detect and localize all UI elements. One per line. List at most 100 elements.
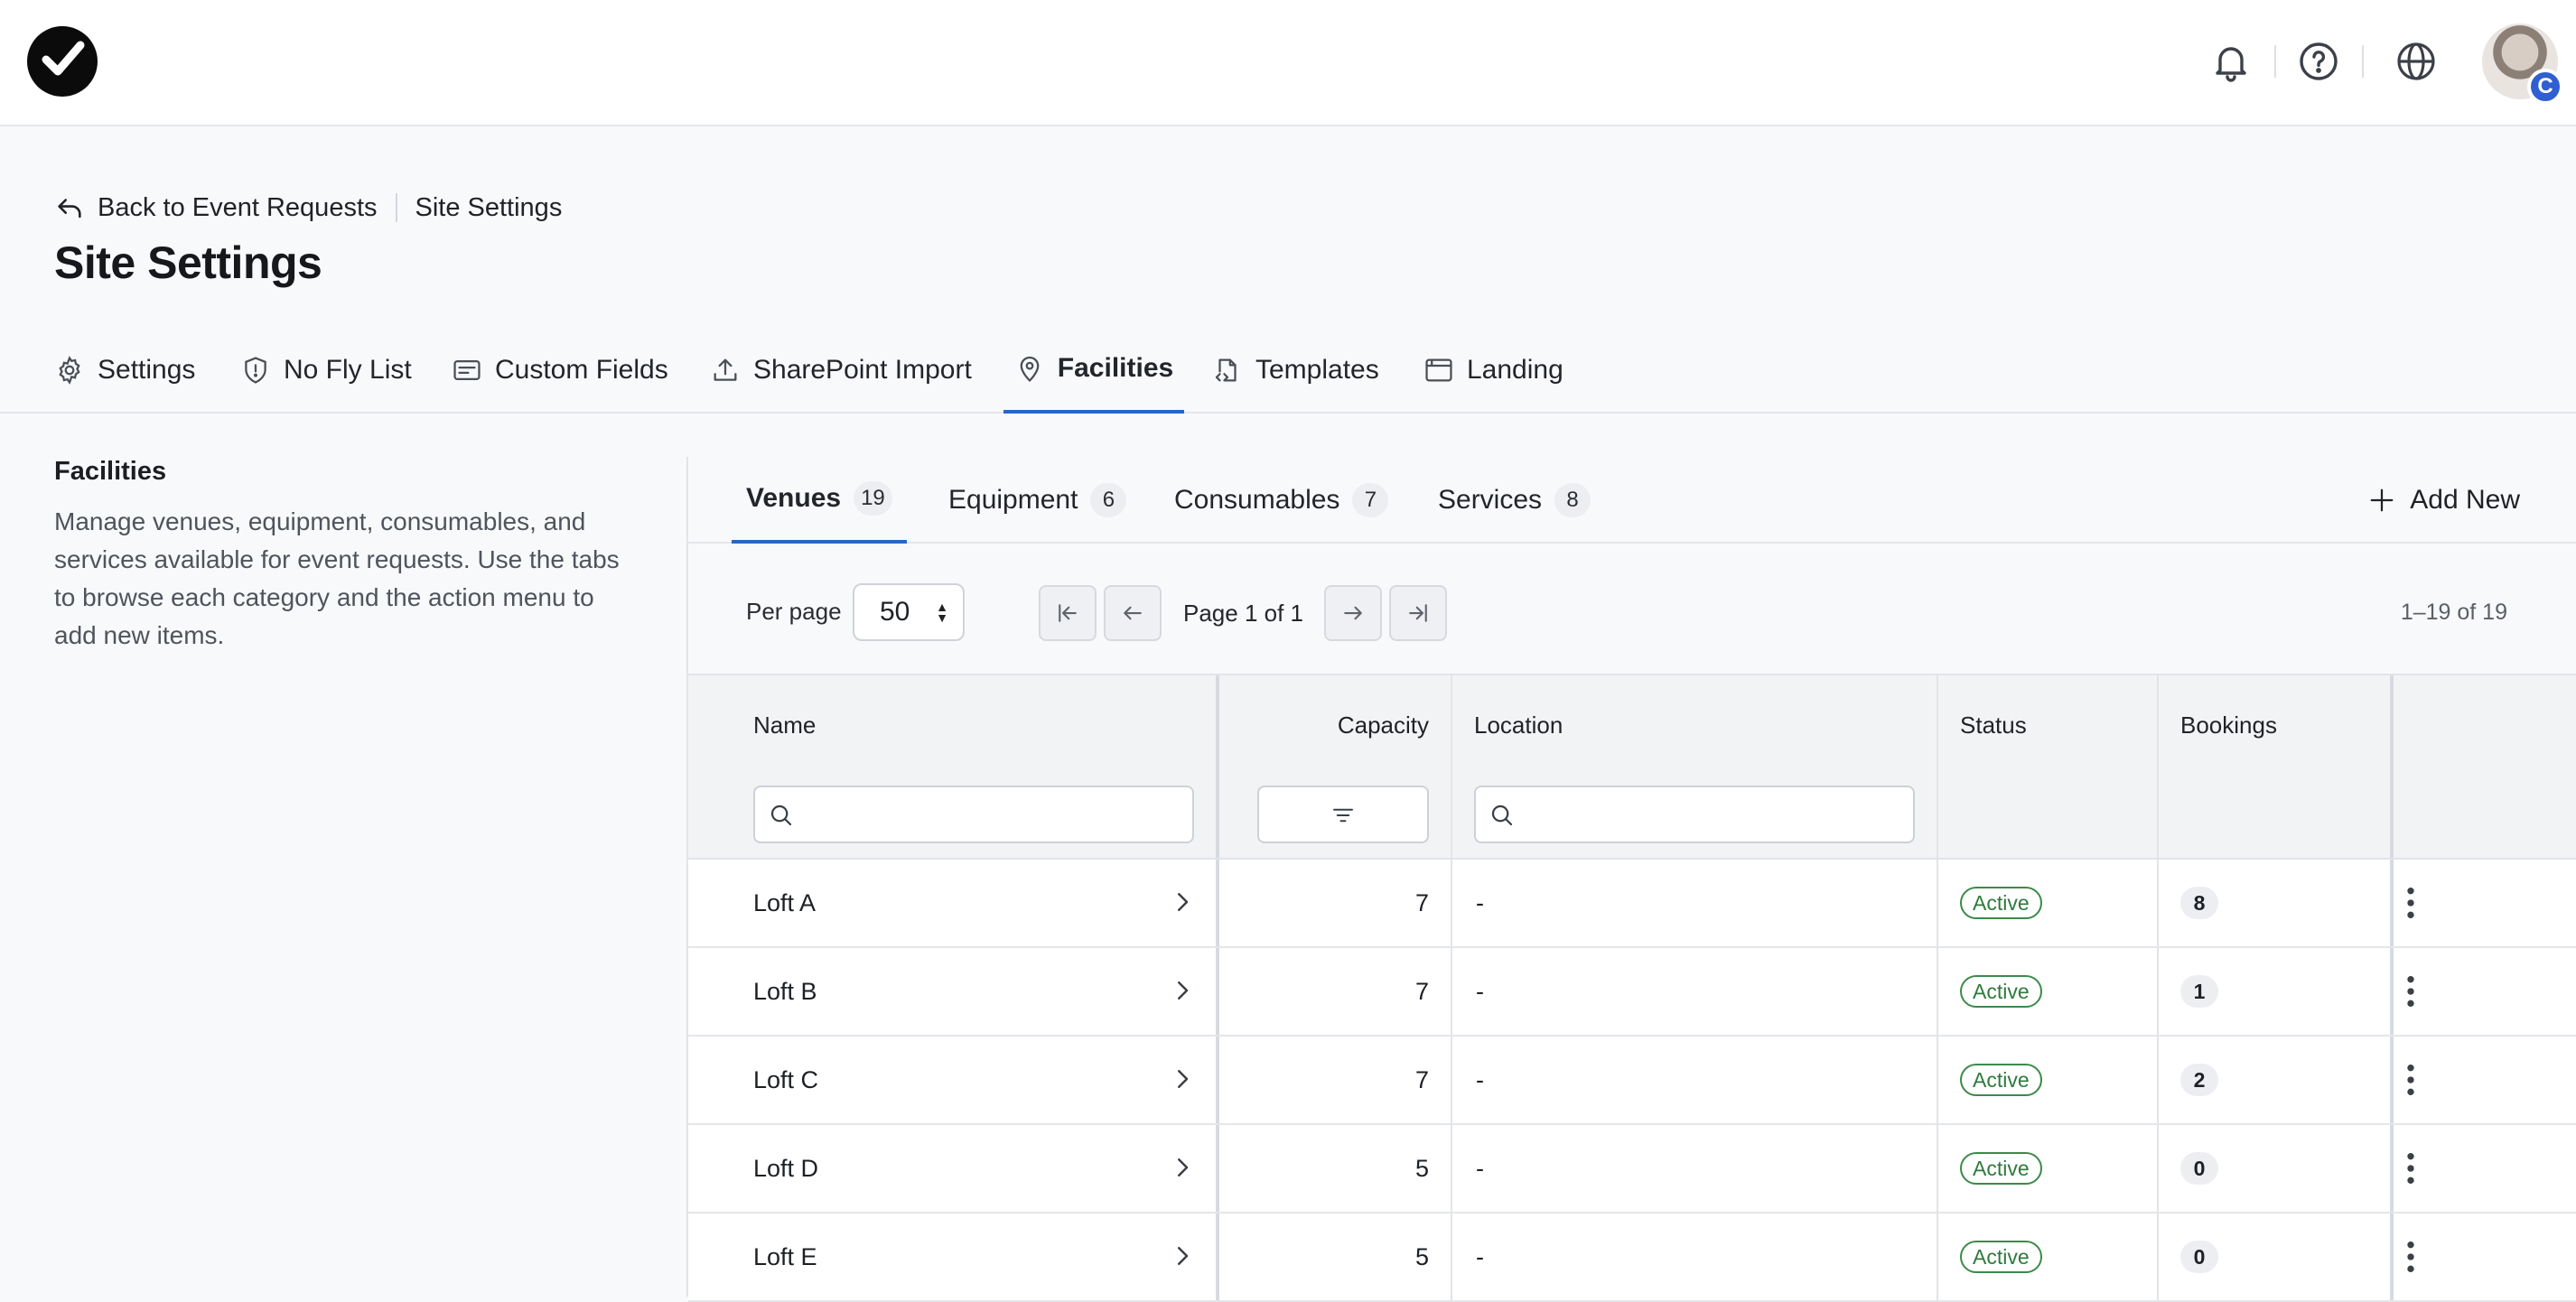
top-bar: C (0, 0, 2576, 126)
column-divider (2390, 1214, 2394, 1300)
column-header-location: Location (1474, 711, 1563, 739)
more-options-icon[interactable] (2397, 1062, 2424, 1098)
venue-name[interactable]: Loft E (753, 1214, 817, 1300)
last-page-button[interactable] (1389, 585, 1447, 641)
column-divider (2390, 1037, 2394, 1123)
bell-icon[interactable] (2209, 40, 2253, 83)
chevron-right-icon[interactable] (1169, 1242, 1196, 1269)
column-divider (2390, 860, 2394, 946)
table-row[interactable]: Loft E 5 - Active 0 (688, 1214, 2576, 1302)
tab-sharepoint-import[interactable]: SharePoint Import (710, 327, 972, 414)
column-header-status: Status (1960, 711, 2027, 739)
more-options-icon[interactable] (2397, 885, 2424, 921)
table-header: Name Capacity Location Status Bookings (688, 674, 2576, 860)
capacity-filter-button[interactable] (1257, 786, 1429, 843)
checkmark-logo-icon[interactable] (26, 25, 98, 98)
question-circle-icon[interactable] (2297, 40, 2340, 83)
bookings-count-badge: 0 (2180, 1152, 2218, 1185)
tab-label: Services (1438, 485, 1543, 515)
tab-facilities[interactable]: Facilities (1003, 327, 1184, 414)
add-new-button[interactable]: Add New (2368, 480, 2520, 520)
column-location: Location (1452, 675, 1937, 858)
pagination-bar: Per page 50 ▲ ▼ Page 1 of 1 1–19 of 19 (688, 544, 2576, 679)
avatar[interactable]: C (2482, 23, 2563, 105)
tab-label: SharePoint Import (753, 355, 972, 385)
count-badge: 8 (1554, 483, 1591, 517)
chevron-right-icon[interactable] (1169, 1154, 1196, 1181)
first-page-icon (1059, 604, 1077, 622)
breadcrumb-divider (395, 193, 397, 222)
column-header-bookings: Bookings (2180, 711, 2277, 739)
previous-page-button[interactable] (1104, 585, 1162, 641)
next-page-button[interactable] (1324, 585, 1382, 641)
breadcrumb: Back to Event Requests Site Settings (54, 190, 562, 226)
venue-name[interactable]: Loft A (753, 860, 816, 946)
per-page-value: 50 (880, 597, 910, 627)
location-search-input[interactable] (1474, 786, 1915, 843)
tab-label: Landing (1467, 355, 1563, 385)
chevron-right-icon[interactable] (1169, 1065, 1196, 1093)
column-divider (2390, 948, 2394, 1035)
more-options-icon[interactable] (2397, 973, 2424, 1009)
column-header-name: Name (753, 711, 817, 739)
avatar-badge: C (2527, 69, 2563, 105)
column-divider (2157, 1214, 2159, 1300)
header-divider (2274, 45, 2276, 78)
bookings-count-badge: 2 (2180, 1064, 2218, 1096)
venue-location: - (1476, 888, 1484, 916)
more-options-icon[interactable] (2397, 1239, 2424, 1275)
venue-capacity: 5 (1414, 1154, 1429, 1182)
bookings-count-badge: 8 (2180, 887, 2218, 919)
gear-icon (59, 356, 80, 385)
tab-consumables[interactable]: Consumables 7 (1160, 457, 1403, 544)
venue-name[interactable]: Loft C (753, 1037, 818, 1123)
venue-location: - (1476, 1242, 1484, 1270)
globe-icon[interactable] (2394, 40, 2438, 83)
tab-label: Facilities (1057, 353, 1174, 383)
bookings-count-badge: 0 (2180, 1241, 2218, 1273)
sidebar-title: Facilities (54, 457, 167, 486)
column-capacity: Capacity (1219, 675, 1451, 858)
plus-icon (2370, 488, 2394, 512)
per-page-label: Per page (746, 598, 842, 625)
column-divider (2390, 1125, 2394, 1212)
venue-capacity: 7 (1414, 977, 1429, 1005)
table-row[interactable]: Loft B 7 - Active 1 (688, 948, 2576, 1037)
last-page-icon (1409, 604, 1427, 622)
tab-venues[interactable]: Venues 19 (732, 457, 907, 544)
table-row[interactable]: Loft A 7 - Active 8 (688, 860, 2576, 948)
more-options-icon[interactable] (2397, 1150, 2424, 1186)
filter-lines-icon (1333, 808, 1353, 823)
upload-icon (714, 358, 737, 381)
tab-services[interactable]: Services 8 (1423, 457, 1605, 544)
column-bookings: Bookings (2159, 675, 2390, 858)
name-search-input[interactable] (753, 786, 1194, 843)
table-row[interactable]: Loft C 7 - Active 2 (688, 1037, 2576, 1125)
per-page-select[interactable]: 50 ▲ ▼ (853, 583, 965, 641)
first-page-button[interactable] (1039, 585, 1097, 641)
column-divider (2157, 948, 2159, 1035)
back-link[interactable]: Back to Event Requests (54, 192, 378, 223)
venue-name[interactable]: Loft B (753, 948, 817, 1035)
tab-landing[interactable]: Landing (1423, 327, 1563, 414)
table-row[interactable]: Loft D 5 - Active 0 (688, 1125, 2576, 1214)
venue-location: - (1476, 977, 1484, 1005)
tab-label: Templates (1255, 355, 1379, 385)
column-divider (1451, 1037, 1452, 1123)
sidebar-description: Manage venues, equipment, consumables, a… (54, 507, 620, 649)
breadcrumb-current: Site Settings (415, 192, 563, 222)
chevron-right-icon[interactable] (1169, 888, 1196, 916)
tab-settings[interactable]: Settings (54, 327, 195, 414)
venue-location: - (1476, 1154, 1484, 1182)
tab-no-fly-list[interactable]: No Fly List (240, 327, 412, 414)
tab-equipment[interactable]: Equipment 6 (934, 457, 1141, 544)
add-new-label: Add New (2410, 485, 2520, 515)
tab-custom-fields[interactable]: Custom Fields (452, 327, 668, 414)
chevron-right-icon[interactable] (1169, 977, 1196, 1004)
column-header-capacity: Capacity (1337, 711, 1429, 739)
venue-name[interactable]: Loft D (753, 1125, 818, 1212)
tab-templates[interactable]: Templates (1212, 327, 1379, 414)
tab-label: Custom Fields (495, 355, 668, 385)
facility-tabs: Venues 19 Equipment 6 Consumables 7 Serv… (688, 457, 2576, 544)
column-divider (1937, 1037, 1938, 1123)
